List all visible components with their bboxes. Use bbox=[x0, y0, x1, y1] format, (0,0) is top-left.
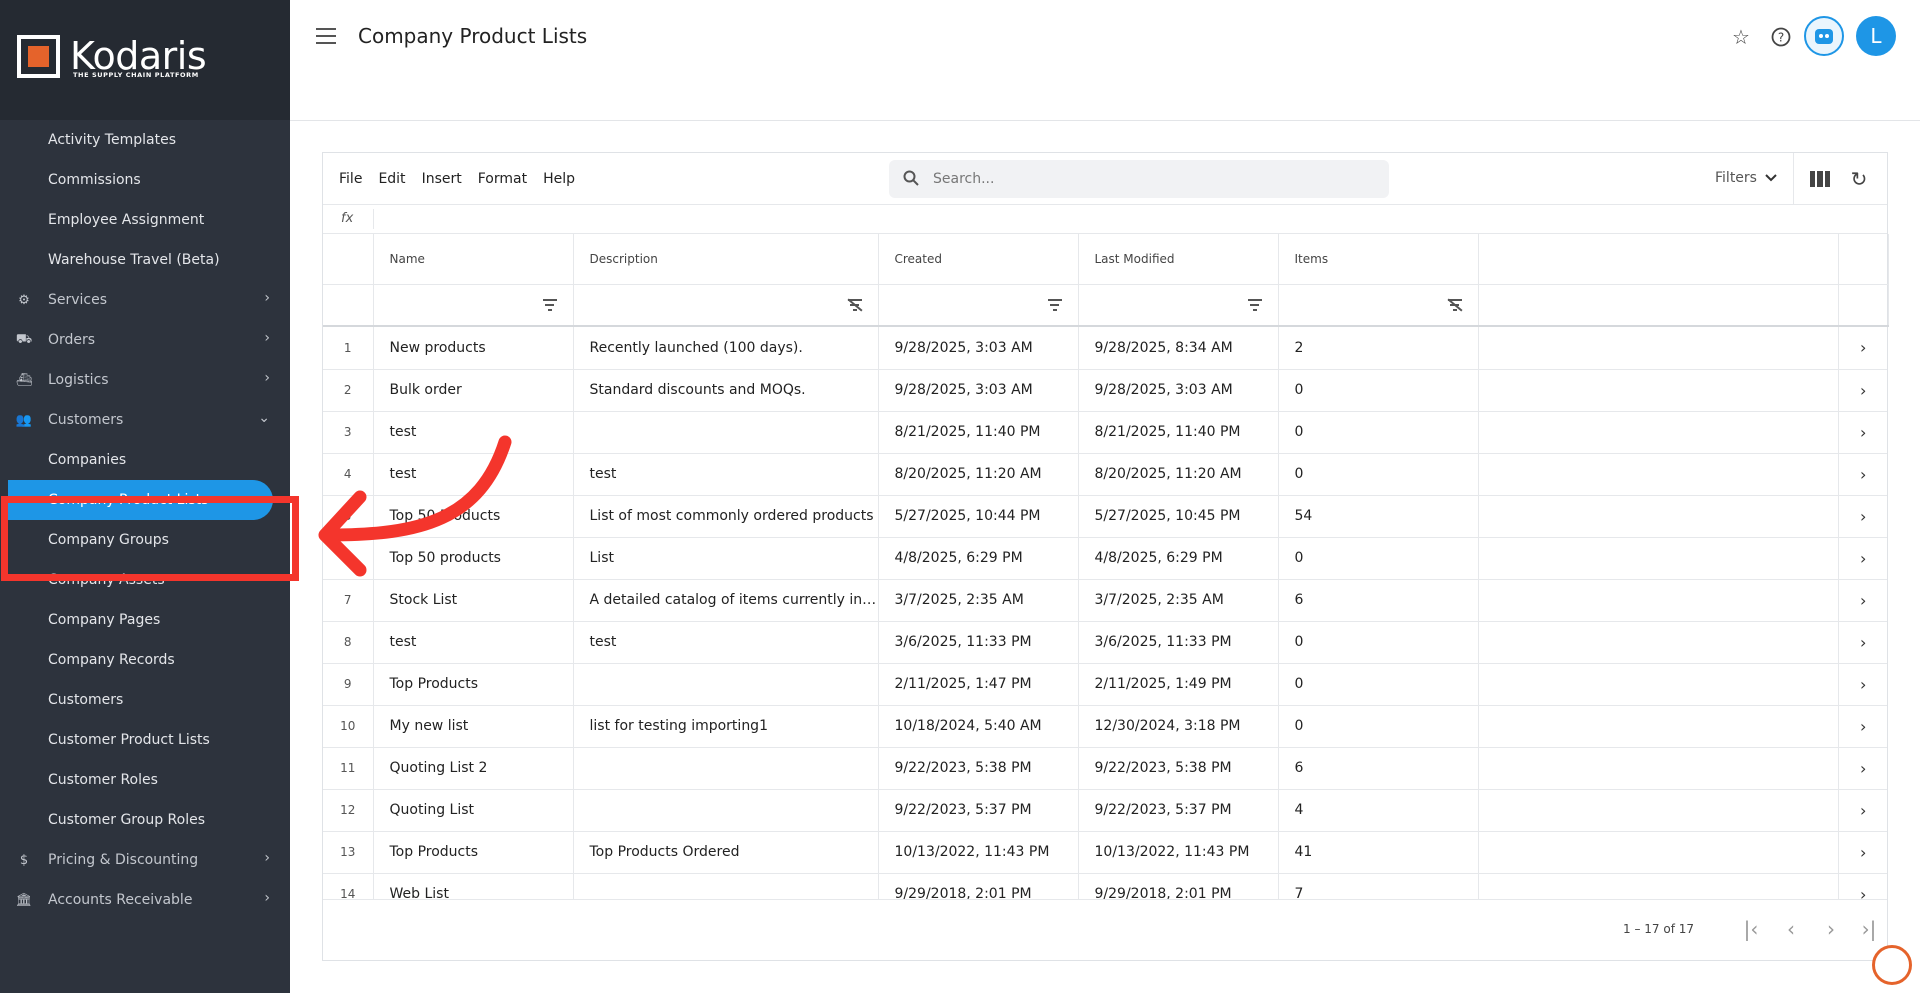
annotation-arrow bbox=[318, 435, 512, 577]
chat-support-icon[interactable] bbox=[1872, 945, 1912, 985]
